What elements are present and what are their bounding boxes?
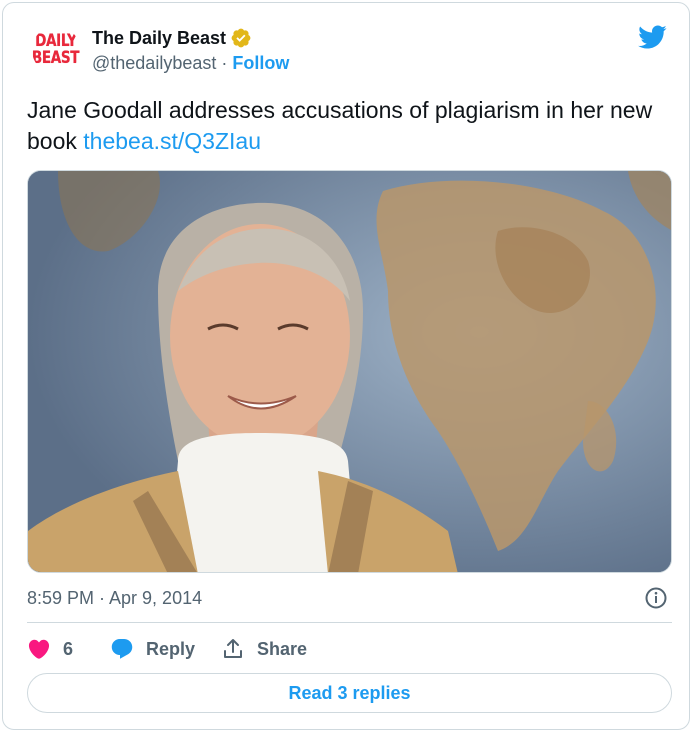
share-label: Share <box>257 638 308 659</box>
share-upload-icon <box>224 639 242 658</box>
read-replies-label: Read 3 replies <box>288 682 411 703</box>
author-name[interactable]: The Daily Beast <box>92 27 252 49</box>
avatar[interactable]: DAILY BEAST <box>32 26 80 74</box>
handle-row: @thedailybeast · Follow <box>92 53 289 74</box>
author-handle[interactable]: @thedailybeast <box>92 53 216 74</box>
tweet-photo[interactable] <box>27 170 672 573</box>
follow-button[interactable]: Follow <box>232 53 289 74</box>
verified-badge-icon <box>231 28 251 48</box>
tweet-link[interactable]: thebea.st/Q3ZIau <box>83 128 261 154</box>
tweet-timestamp[interactable]: 8:59 PM · Apr 9, 2014 <box>27 588 202 609</box>
tweet-card: DAILY BEAST The Daily Beast @thedailybea… <box>2 2 690 730</box>
reply-label: Reply <box>146 638 196 659</box>
like-count: 6 <box>63 638 74 659</box>
author-name-text: The Daily Beast <box>92 27 227 48</box>
twitter-bird-icon[interactable] <box>637 22 667 52</box>
reply-button[interactable]: Reply <box>110 637 195 661</box>
avatar-text-line2: BEAST <box>32 48 80 68</box>
divider <box>27 622 672 623</box>
portrait-illustration <box>28 171 671 572</box>
share-button[interactable]: Share <box>221 637 307 661</box>
like-button[interactable]: 6 <box>27 637 73 661</box>
separator-dot: · <box>221 53 228 73</box>
heart-icon <box>28 639 50 659</box>
tweet-text: Jane Goodall addresses accusations of pl… <box>27 95 667 157</box>
speech-bubble-icon <box>111 639 133 659</box>
info-icon[interactable] <box>644 586 668 610</box>
read-replies-button[interactable]: Read 3 replies <box>27 673 672 713</box>
